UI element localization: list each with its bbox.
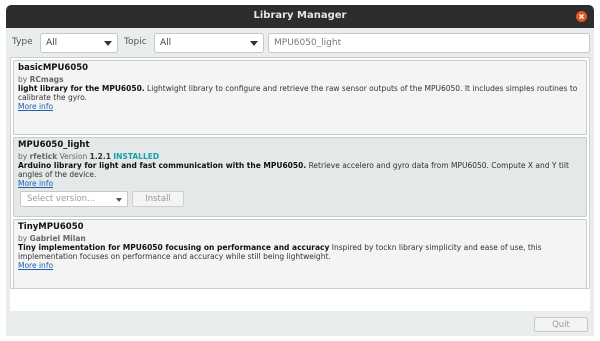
install-controls: Select version... Install — [18, 191, 582, 208]
library-byline: by RCmags — [18, 75, 582, 84]
library-author: RCmags — [29, 75, 64, 84]
topic-select[interactable]: All — [154, 33, 264, 53]
library-summary: light library for the MPU6050. — [18, 84, 145, 93]
library-author: Gabriel Milan — [29, 234, 86, 243]
library-byline: by Gabriel Milan — [18, 234, 582, 243]
library-byline: by rfetick Version 1.2.1 INSTALLED — [18, 152, 582, 161]
version-label: Version — [59, 152, 88, 161]
library-manager-window: Library Manager Type All Topic All MPU60… — [6, 5, 594, 336]
close-button[interactable] — [576, 11, 587, 22]
by-label: by — [18, 152, 28, 161]
library-description: Tiny implementation for MPU6050 focusing… — [18, 243, 582, 261]
library-summary: Arduino library for light and fast commu… — [18, 161, 307, 170]
close-icon — [579, 14, 584, 19]
library-list[interactable]: basicMPU6050 by RCmags light library for… — [10, 57, 590, 311]
by-label: by — [18, 234, 28, 243]
chevron-down-icon — [116, 198, 122, 202]
library-name: TinyMPU6050 — [18, 222, 84, 232]
title-bar: Library Manager — [6, 5, 594, 28]
more-info-link[interactable]: More info — [18, 261, 582, 270]
library-name: basicMPU6050 — [18, 63, 89, 73]
type-select-value: All — [46, 38, 58, 48]
library-name: MPU6050_light — [18, 140, 90, 150]
by-label: by — [18, 75, 28, 84]
quit-button[interactable]: Quit — [534, 317, 588, 332]
version-select[interactable]: Select version... — [20, 191, 128, 207]
install-button[interactable]: Install — [132, 191, 184, 207]
installed-badge: INSTALLED — [113, 152, 160, 161]
library-description: Arduino library for light and fast commu… — [18, 161, 582, 179]
library-author: rfetick — [29, 152, 58, 161]
library-summary: Tiny implementation for MPU6050 focusing… — [18, 243, 330, 252]
topic-label: Topic — [124, 37, 147, 47]
more-info-link[interactable]: More info — [18, 179, 582, 188]
list-item-tinympu6050[interactable]: TinyMPU6050 by Gabriel Milan Tiny implem… — [13, 219, 587, 289]
status-bar — [10, 288, 590, 311]
type-select[interactable]: All — [40, 33, 118, 53]
filter-bar: Type All Topic All MPU6050_light — [6, 32, 594, 54]
search-input[interactable]: MPU6050_light — [268, 33, 590, 53]
library-description: light library for the MPU6050. Lightwigh… — [18, 84, 582, 102]
chevron-down-icon — [250, 41, 258, 46]
topic-select-value: All — [160, 38, 172, 48]
version-select-placeholder: Select version... — [27, 194, 96, 204]
list-item-mpu6050-light[interactable]: MPU6050_light by rfetick Version 1.2.1 I… — [13, 137, 587, 217]
chevron-down-icon — [104, 41, 112, 46]
window-title: Library Manager — [253, 10, 347, 21]
library-version: 1.2.1 — [89, 152, 111, 161]
search-input-value: MPU6050_light — [274, 38, 342, 48]
type-label: Type — [12, 37, 33, 47]
list-item-basicmpu6050[interactable]: basicMPU6050 by RCmags light library for… — [13, 60, 587, 135]
more-info-link[interactable]: More info — [18, 102, 582, 111]
